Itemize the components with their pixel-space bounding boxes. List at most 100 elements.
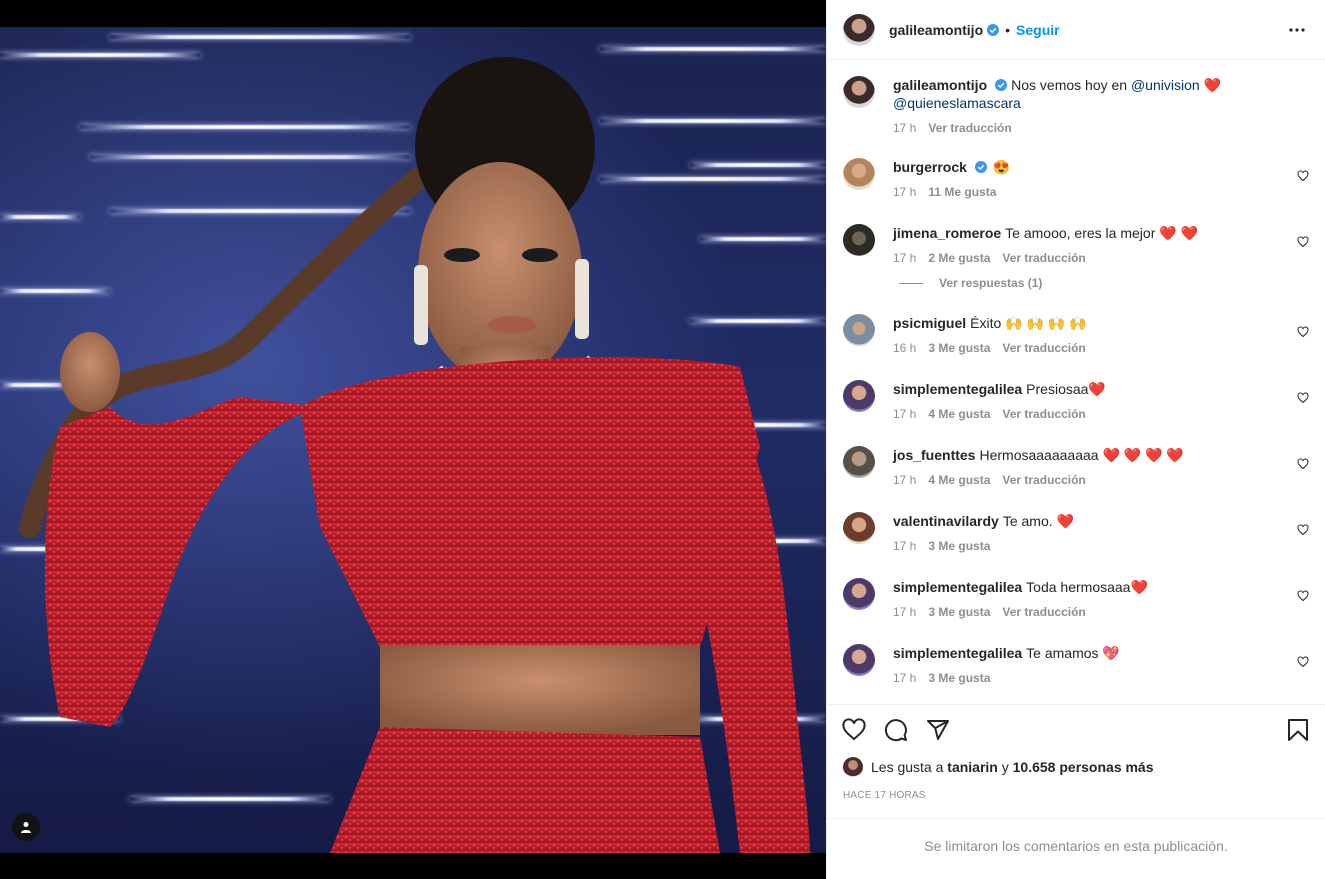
media-area xyxy=(0,0,826,879)
comment-time: 17 h xyxy=(893,185,917,199)
comment-likes[interactable]: 2 Me gusta xyxy=(928,251,990,265)
liker-avatar[interactable] xyxy=(843,757,863,777)
comment-likes[interactable]: 3 Me gusta xyxy=(928,605,990,619)
comment-icon xyxy=(885,718,907,741)
mention-link[interactable]: @univision xyxy=(1131,77,1200,93)
caption: galileamontijo Nos vemos hoy en @univisio… xyxy=(843,76,1309,158)
comment-text: Presiosaa❤️ xyxy=(1026,381,1106,397)
see-translation-link[interactable]: Ver traducción xyxy=(1002,605,1085,619)
comment-time: 17 h xyxy=(893,671,917,685)
post-actions-bar xyxy=(827,704,1325,754)
like-comment-heart-icon[interactable] xyxy=(1297,326,1309,338)
like-comment-heart-icon[interactable] xyxy=(1297,590,1309,602)
author-avatar[interactable] xyxy=(843,13,875,46)
like-comment-heart-icon[interactable] xyxy=(1297,656,1309,668)
like-comment-heart-icon[interactable] xyxy=(1297,458,1309,470)
see-translation-link[interactable]: Ver traducción xyxy=(1002,251,1085,265)
share-button[interactable] xyxy=(925,717,951,743)
comment-likes[interactable]: 4 Me gusta xyxy=(928,473,990,487)
instagram-post-view: galileamontijo • Seguir galileamontijo No… xyxy=(0,0,1325,879)
mention-link[interactable]: @quieneslamascara xyxy=(893,95,1021,111)
share-icon xyxy=(927,719,949,740)
comment-item: jimena_romeroe Te amooo, eres la mejor ❤️… xyxy=(843,224,1309,276)
commenter-username[interactable]: jos_fuenttes xyxy=(893,447,975,463)
see-translation-link[interactable]: Ver traducción xyxy=(1002,473,1085,487)
see-translation-link[interactable]: Ver traducción xyxy=(1002,341,1085,355)
caption-text: galileamontijo Nos vemos hoy en @univisio… xyxy=(893,76,1283,112)
comment-text: Toda hermosaaa❤️ xyxy=(1026,579,1148,595)
comments-limited-notice: Se limitaron los comentarios en esta pub… xyxy=(827,818,1325,872)
comment-text: Te amo. ❤️ xyxy=(1002,513,1074,529)
comment-item: simplementegalilea Te amamos 💖 17 h 3 Me g… xyxy=(843,644,1309,704)
verified-badge-icon xyxy=(987,23,1000,36)
follow-button[interactable]: Seguir xyxy=(1016,22,1060,38)
verified-badge-icon xyxy=(995,79,1008,91)
comments-list[interactable]: galileamontijo Nos vemos hoy en @univisio… xyxy=(827,60,1325,704)
view-replies-button[interactable]: Ver respuestas (1) xyxy=(899,276,1309,290)
like-comment-heart-icon[interactable] xyxy=(1297,236,1309,248)
comment-likes[interactable]: 3 Me gusta xyxy=(928,539,990,553)
bookmark-icon xyxy=(1288,718,1308,741)
comment-time: 17 h xyxy=(893,539,917,553)
heart-icon xyxy=(842,717,866,740)
likes-middle: y xyxy=(1001,759,1009,775)
commenter-avatar[interactable] xyxy=(843,380,875,412)
post-photo[interactable] xyxy=(0,27,826,853)
more-options-button[interactable] xyxy=(1285,18,1309,42)
replies-divider xyxy=(899,282,923,284)
see-translation-link[interactable]: Ver traducción xyxy=(928,121,1011,135)
comment-text: Hermosaaaaaaaaa ❤️ ❤️ ❤️ ❤️ xyxy=(979,447,1184,463)
comment-likes[interactable]: 3 Me gusta xyxy=(928,671,990,685)
caption-username[interactable]: galileamontijo xyxy=(893,77,987,93)
comment-likes[interactable]: 4 Me gusta xyxy=(928,407,990,421)
comment-likes[interactable]: 11 Me gusta xyxy=(928,185,996,199)
verified-badge-icon xyxy=(974,161,987,173)
like-comment-heart-icon[interactable] xyxy=(1297,524,1309,536)
likes-summary: Les gusta a taniarin y 10.658 personas m… xyxy=(827,754,1325,780)
comment-time: 17 h xyxy=(893,407,917,421)
comment-time: 17 h xyxy=(893,473,917,487)
comment-text: Te amooo, eres la mejor ❤️ ❤️ xyxy=(1005,225,1198,241)
liker-username[interactable]: taniarin xyxy=(947,759,998,775)
comment-item: burgerrock 😍 17 h 11 Me gusta xyxy=(843,158,1309,224)
author-username[interactable]: galileamontijo xyxy=(889,22,983,38)
commenter-avatar[interactable] xyxy=(843,158,875,190)
post-time-ago: HACE 17 HORAS xyxy=(843,790,926,801)
comment-text: Te amamos 💖 xyxy=(1026,645,1120,661)
comment-likes[interactable]: 3 Me gusta xyxy=(928,341,990,355)
likes-count-link[interactable]: 10.658 personas más xyxy=(1013,759,1154,775)
user-tag-button[interactable] xyxy=(12,813,40,841)
commenter-avatar[interactable] xyxy=(843,512,875,544)
separator-dot: • xyxy=(1005,21,1011,38)
comment-item: jos_fuenttes Hermosaaaaaaaaa ❤️ ❤️ ❤️ ❤️ … xyxy=(843,446,1309,512)
commenter-username[interactable]: simplementegalilea xyxy=(893,645,1022,661)
commenter-username[interactable]: simplementegalilea xyxy=(893,579,1022,595)
user-tag-icon xyxy=(21,822,31,833)
comment-button[interactable] xyxy=(883,717,909,743)
caption-body: Nos vemos hoy en xyxy=(1011,77,1131,93)
commenter-username[interactable]: valentinavilardy xyxy=(893,513,999,529)
like-comment-heart-icon[interactable] xyxy=(1297,170,1309,182)
commenter-avatar[interactable] xyxy=(843,578,875,610)
commenter-avatar[interactable] xyxy=(843,446,875,478)
see-translation-link[interactable]: Ver traducción xyxy=(1002,407,1085,421)
post-side-panel: galileamontijo • Seguir galileamontijo No… xyxy=(826,0,1325,879)
caption-meta: 17 h Ver traducción xyxy=(893,121,1283,135)
save-button[interactable] xyxy=(1285,717,1311,743)
commenter-avatar[interactable] xyxy=(843,644,875,676)
caption-time: 17 h xyxy=(893,121,917,135)
like-comment-heart-icon[interactable] xyxy=(1297,392,1309,404)
commenter-username[interactable]: simplementegalilea xyxy=(893,381,1022,397)
commenter-avatar[interactable] xyxy=(843,314,875,346)
commenter-username[interactable]: burgerrock xyxy=(893,159,967,175)
commenter-username[interactable]: psicmiguel xyxy=(893,315,966,331)
comment-text: 😍 xyxy=(992,159,1011,175)
heart-emoji: ❤️ xyxy=(1203,77,1221,93)
woman-figure-illustration xyxy=(19,57,810,853)
author-avatar[interactable] xyxy=(843,76,875,108)
comment-item: psicmiguel Éxito 🙌 🙌 🙌 🙌 16 h 3 Me gusta Ve… xyxy=(843,314,1309,380)
like-button[interactable] xyxy=(841,717,867,743)
likes-prefix: Les gusta a xyxy=(871,759,944,775)
commenter-avatar[interactable] xyxy=(843,224,875,256)
commenter-username[interactable]: jimena_romeroe xyxy=(893,225,1001,241)
